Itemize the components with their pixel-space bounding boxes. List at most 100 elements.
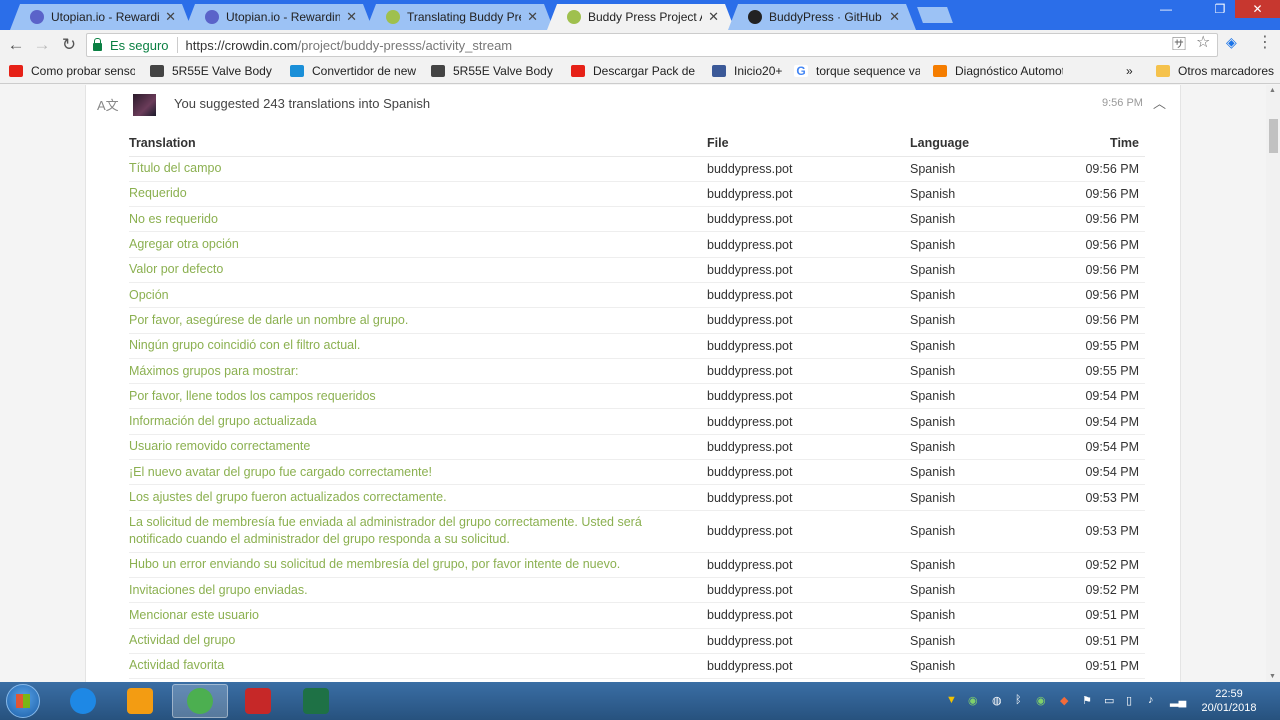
table-row: Ningún grupo coincidió con el filtro act… — [129, 333, 1145, 359]
scroll-down-arrow-icon[interactable]: ▼ — [1269, 673, 1276, 680]
bookmark-item[interactable]: 5R55E Valve Body Bo — [150, 64, 276, 78]
tab-close-icon[interactable]: ✕ — [889, 9, 900, 25]
translation-cell[interactable]: No es requerido — [129, 206, 707, 233]
table-row: Usuario removido correctamente buddypress… — [129, 434, 1145, 461]
tray-arrow-icon[interactable]: ▼ — [946, 694, 957, 706]
other-bookmarks-folder[interactable]: Otros marcadores — [1156, 64, 1274, 78]
tab-close-icon[interactable]: ✕ — [346, 9, 357, 25]
tray-app-icon[interactable]: ◉ — [968, 694, 978, 707]
power-icon[interactable]: ▯ — [1126, 694, 1132, 707]
translation-cell[interactable]: Información del grupo actualizada — [129, 408, 707, 435]
clock-date: 20/01/2018 — [1201, 702, 1257, 714]
table-row: Por favor, llene todos los campos requer… — [129, 383, 1145, 410]
display-icon[interactable]: ▭ — [1104, 694, 1114, 707]
translation-cell[interactable]: Opción — [129, 282, 707, 309]
tab-close-icon[interactable]: ✕ — [165, 9, 176, 25]
tab-close-icon[interactable]: ✕ — [527, 9, 538, 25]
scroll-up-arrow-icon[interactable]: ▲ — [1269, 87, 1276, 94]
back-button[interactable]: ← — [5, 34, 27, 56]
facebook-icon — [712, 65, 726, 77]
action-center-icon[interactable]: ⚑ — [1082, 694, 1092, 707]
bookmark-item[interactable]: 5R55E Valve Body Re — [431, 64, 557, 78]
window-close-button[interactable]: ✕ — [1235, 0, 1280, 18]
time-cell: 09:51 PM — [1030, 653, 1145, 680]
translation-cell[interactable]: Ningún grupo coincidió con el filtro act… — [129, 333, 707, 359]
taskbar-acrobat-button[interactable] — [230, 684, 286, 718]
translation-cell[interactable]: Agregar otra opción — [129, 231, 707, 258]
translate-icon: A文 — [97, 98, 119, 113]
menu-icon[interactable]: ⋮ — [1257, 32, 1273, 52]
translation-cell[interactable]: Actividad favorita — [129, 653, 707, 680]
taskbar-clock[interactable]: 22:59 20/01/2018 — [1196, 687, 1262, 715]
translation-cell[interactable]: Invitaciones del grupo enviadas. — [129, 577, 707, 604]
language-cell: Spanish — [910, 484, 1030, 511]
time-cell: 09:52 PM — [1030, 577, 1145, 604]
tab-utopian-1[interactable]: Utopian.io - Rewarding O ✕ — [10, 4, 192, 30]
bookmark-label: Inicio20+ — [734, 64, 782, 78]
time-cell: 09:56 PM — [1030, 231, 1145, 258]
minimize-button[interactable]: — — [1152, 0, 1180, 18]
translation-cell[interactable]: Requerido — [129, 181, 707, 208]
bookmark-item[interactable]: Como probar sensor — [9, 64, 135, 78]
tray-app-icon[interactable]: ◍ — [992, 694, 1002, 707]
scrollbar-thumb[interactable] — [1269, 119, 1278, 153]
utopian-favicon-icon — [30, 10, 44, 24]
new-tab-button[interactable] — [917, 7, 953, 23]
bluetooth-icon[interactable]: ᛒ — [1015, 694, 1022, 706]
taskbar-chrome-button[interactable] — [172, 684, 228, 718]
avatar[interactable] — [133, 94, 156, 116]
forward-button[interactable]: → — [31, 34, 53, 56]
address-bar[interactable]: Es seguro https://crowdin.com/project/bu… — [86, 33, 1218, 57]
start-button[interactable] — [6, 684, 40, 718]
lock-icon — [93, 37, 102, 51]
translation-cell[interactable]: Máximos grupos para mostrar: — [129, 358, 707, 385]
tab-utopian-2[interactable]: Utopian.io - Rewarding O ✕ — [185, 4, 373, 30]
youtube-icon — [9, 65, 23, 77]
tab-buddy-press-activity[interactable]: Buddy Press Project Activ ✕ — [547, 4, 735, 30]
time-cell: 09:54 PM — [1030, 383, 1145, 410]
tray-app-icon[interactable]: ◉ — [1036, 694, 1046, 707]
translation-cell[interactable]: La solicitud de membresía fue enviada al… — [129, 510, 707, 553]
taskbar-media-player-button[interactable] — [112, 684, 168, 718]
taskbar-internet-explorer-button[interactable] — [55, 684, 111, 718]
bookmarks-overflow-button[interactable]: » — [1126, 64, 1133, 78]
bookmark-item[interactable]: Convertidor de newto — [290, 64, 416, 78]
translation-cell[interactable]: Mencionar este usuario — [129, 602, 707, 629]
translation-cell[interactable]: Hubo un error enviando su solicitud de m… — [129, 552, 707, 578]
taskbar-excel-button[interactable] — [288, 684, 344, 718]
translation-cell[interactable]: Valor por defecto — [129, 257, 707, 283]
table-header-row: Translation File Language Time — [129, 131, 1145, 157]
language-cell: Spanish — [910, 408, 1030, 435]
network-icon[interactable]: ▂▄ — [1170, 694, 1186, 707]
bookmark-star-icon[interactable]: ☆ — [1196, 32, 1210, 52]
bookmark-item[interactable]: Diagnóstico Automot — [933, 64, 1063, 78]
bookmarks-bar: Como probar sensor 5R55E Valve Body Bo C… — [0, 60, 1280, 84]
translation-cell[interactable]: Por favor, asegúrese de darle un nombre … — [129, 307, 707, 334]
bookmark-item[interactable]: Gtorque sequence valv — [794, 64, 920, 78]
tab-label: Utopian.io - Rewarding O — [226, 10, 341, 24]
translation-cell[interactable]: Por favor, llene todos los campos requer… — [129, 383, 707, 410]
tab-translating-buddy-press[interactable]: Translating Buddy Press ✕ — [366, 4, 554, 30]
tray-app-icon[interactable]: ◆ — [1060, 694, 1068, 707]
translate-page-icon[interactable]: 🈂 — [1172, 34, 1186, 54]
bookmark-item[interactable]: Inicio20+ — [712, 64, 782, 78]
translation-cell[interactable]: Los ajustes del grupo fueron actualizado… — [129, 484, 707, 511]
translation-cell[interactable]: Actividad del grupo — [129, 628, 707, 654]
crowdin-favicon-icon — [386, 10, 400, 24]
tab-github[interactable]: BuddyPress · GitHub ✕ — [728, 4, 916, 30]
translation-cell[interactable]: Título del campo — [129, 156, 707, 182]
vertical-scrollbar[interactable]: ▲ ▼ — [1266, 85, 1280, 682]
translation-cell[interactable]: Usuario removido correctamente — [129, 434, 707, 461]
translation-cell[interactable]: ¡El nuevo avatar del grupo fue cargado c… — [129, 459, 707, 486]
extension-icon[interactable]: ◈ — [1226, 34, 1237, 51]
clock-time: 22:59 — [1215, 688, 1243, 700]
table-row: Máximos grupos para mostrar: buddypress.p… — [129, 358, 1145, 385]
file-cell: buddypress.pot — [707, 408, 910, 435]
maximize-button[interactable]: ❐ — [1206, 0, 1234, 18]
collapse-chevron-icon[interactable]: ︿ — [1153, 93, 1166, 112]
reload-button[interactable]: ↻ — [58, 34, 80, 56]
language-cell: Spanish — [910, 307, 1030, 334]
tab-close-icon[interactable]: ✕ — [708, 9, 719, 25]
bookmark-item[interactable]: Descargar Pack de Di — [571, 64, 699, 78]
volume-icon[interactable]: ♪ — [1148, 694, 1154, 706]
